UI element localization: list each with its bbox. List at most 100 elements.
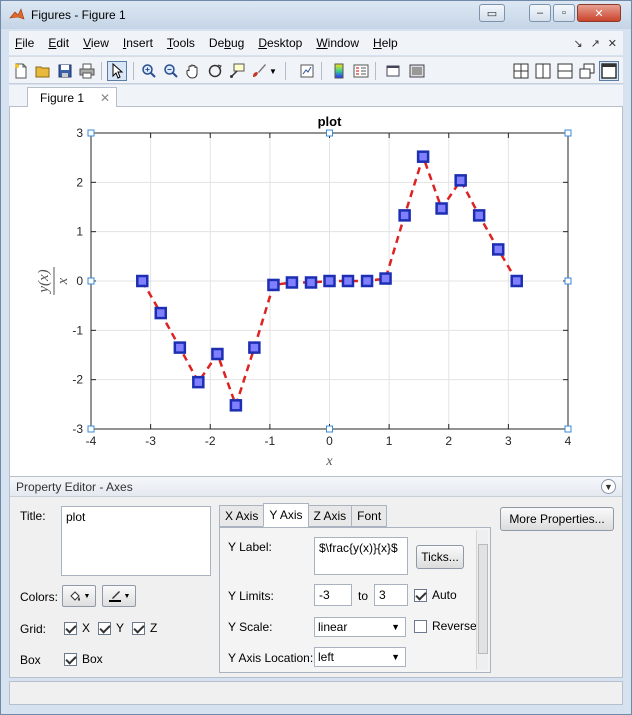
data-point-marker[interactable]	[323, 274, 336, 288]
tile-grid-button[interactable]	[511, 61, 531, 81]
maximize-figure-button[interactable]	[599, 61, 619, 81]
reverse-checkbox[interactable]: Reverse	[414, 619, 477, 633]
collapse-chevron-icon[interactable]: ▼	[601, 479, 616, 494]
menu-file[interactable]: File	[9, 36, 40, 50]
data-point-marker[interactable]	[454, 174, 467, 187]
close-figure-icon[interactable]: ✕	[608, 37, 617, 50]
new-figure-button[interactable]	[11, 61, 31, 81]
pan-button[interactable]	[183, 61, 203, 81]
zoom-out-button[interactable]	[161, 61, 181, 81]
print-button[interactable]	[77, 61, 97, 81]
y-tick-label: 2	[76, 175, 83, 189]
data-point-marker[interactable]	[154, 306, 168, 320]
box-checkbox[interactable]: Box	[64, 652, 103, 666]
data-point-marker[interactable]	[341, 274, 355, 288]
selection-handle[interactable]	[87, 277, 95, 285]
insert-legend-button[interactable]	[351, 61, 371, 81]
zoom-in-icon	[142, 64, 156, 78]
menu-insert[interactable]: Insert	[117, 36, 159, 50]
grid-y-checkbox[interactable]: Y	[98, 621, 124, 635]
selection-handle[interactable]	[564, 425, 572, 433]
data-point-marker[interactable]	[192, 375, 205, 389]
close-tab-icon[interactable]: ✕	[100, 91, 110, 105]
show-plot-tools-button[interactable]	[407, 61, 427, 81]
selection-handle[interactable]	[564, 129, 572, 137]
window-title: Figures - Figure 1	[31, 8, 126, 22]
undock-arrow-icon[interactable]: ↗	[591, 37, 600, 50]
selection-handle[interactable]	[326, 129, 333, 137]
scrollbar-thumb[interactable]	[478, 544, 488, 654]
selection-handle[interactable]	[87, 425, 95, 433]
brush-button[interactable]	[249, 61, 269, 81]
ylim-min-input[interactable]: -3	[314, 584, 352, 606]
axes-plot[interactable]: -4 -3 -2 -1 0 1 2 3 4-3-2-10123plotxy(x) x	[10, 107, 622, 476]
data-point-marker[interactable]	[304, 276, 318, 289]
yscale-select[interactable]: linear ▼	[314, 617, 406, 637]
yaxis-location-select[interactable]: left ▼	[314, 647, 406, 667]
data-point-marker[interactable]	[360, 274, 374, 288]
edit-plot-button[interactable]	[107, 61, 127, 81]
data-point-marker[interactable]	[491, 243, 505, 256]
menu-tools[interactable]: Tools	[161, 36, 201, 50]
data-point-marker[interactable]	[510, 274, 523, 288]
hide-plot-tools-button[interactable]	[383, 61, 403, 81]
more-properties-button[interactable]: More Properties...	[500, 507, 614, 531]
tile-top-bottom-button[interactable]	[555, 61, 575, 81]
x-tick-label: 3	[505, 434, 512, 448]
ticks-button[interactable]: Ticks...	[416, 545, 464, 569]
tab-font[interactable]: Font	[351, 505, 388, 527]
rotate-3d-button[interactable]	[205, 61, 225, 81]
undock-icon: ▭	[486, 7, 498, 20]
data-point-marker[interactable]	[285, 276, 299, 289]
insert-colorbar-button[interactable]	[329, 61, 349, 81]
zoom-in-button[interactable]	[139, 61, 159, 81]
data-point-marker[interactable]	[472, 209, 486, 222]
menu-view[interactable]: View	[77, 36, 115, 50]
data-point-marker[interactable]	[211, 347, 224, 361]
grid-z-checkbox[interactable]: Z	[132, 621, 157, 635]
brush-dropdown-button[interactable]: ▼	[267, 61, 279, 81]
tab-z-axis[interactable]: Z Axis	[307, 505, 353, 527]
maximize-button[interactable]: ▫	[553, 4, 575, 22]
selection-handle[interactable]	[326, 425, 333, 433]
auto-limits-checkbox[interactable]: Auto	[414, 588, 457, 602]
open-file-button[interactable]	[33, 61, 53, 81]
pan-hand-icon	[186, 64, 198, 79]
x-tick-label: 0	[326, 434, 333, 448]
data-point-marker[interactable]	[136, 274, 149, 288]
panel-scrollbar[interactable]	[476, 530, 488, 670]
data-point-marker[interactable]	[267, 278, 280, 292]
tab-x-axis[interactable]: X Axis	[219, 505, 265, 527]
dock-arrow-icon[interactable]: ↘	[573, 37, 582, 50]
data-point-marker[interactable]	[229, 399, 243, 412]
menu-window[interactable]: Window	[310, 36, 365, 50]
ylabel-input[interactable]: $\frac{y(x)}{x}$	[314, 537, 408, 575]
selection-handle[interactable]	[87, 129, 95, 137]
close-button[interactable]: ✕	[577, 4, 621, 22]
face-color-button[interactable]: ▼	[62, 585, 96, 607]
data-point-marker[interactable]	[416, 150, 430, 163]
undock-button[interactable]: ▭	[479, 4, 505, 22]
menu-desktop[interactable]: Desktop	[252, 36, 308, 50]
data-point-marker[interactable]	[398, 209, 411, 222]
tile-left-right-button[interactable]	[533, 61, 553, 81]
selection-handle[interactable]	[564, 277, 572, 285]
menu-help[interactable]: Help	[367, 36, 404, 50]
tab-figure-1[interactable]: Figure 1 ✕	[27, 87, 117, 108]
minimize-button[interactable]: –	[529, 4, 551, 22]
edge-color-button[interactable]: ▼	[102, 585, 136, 607]
tab-y-axis[interactable]: Y Axis	[263, 503, 309, 527]
data-point-marker[interactable]	[248, 341, 261, 354]
float-button[interactable]	[577, 61, 597, 81]
save-button[interactable]	[55, 61, 75, 81]
link-plot-button[interactable]	[297, 61, 317, 81]
data-cursor-button[interactable]	[227, 61, 247, 81]
title-input[interactable]: plot	[61, 506, 211, 576]
data-point-marker[interactable]	[173, 341, 187, 354]
menu-edit[interactable]: Edit	[42, 36, 75, 50]
menu-debug[interactable]: Debug	[203, 36, 250, 50]
data-point-marker[interactable]	[379, 272, 392, 285]
ylim-max-input[interactable]: 3	[374, 584, 408, 606]
data-point-marker[interactable]	[435, 202, 448, 215]
grid-x-checkbox[interactable]: X	[64, 621, 90, 635]
